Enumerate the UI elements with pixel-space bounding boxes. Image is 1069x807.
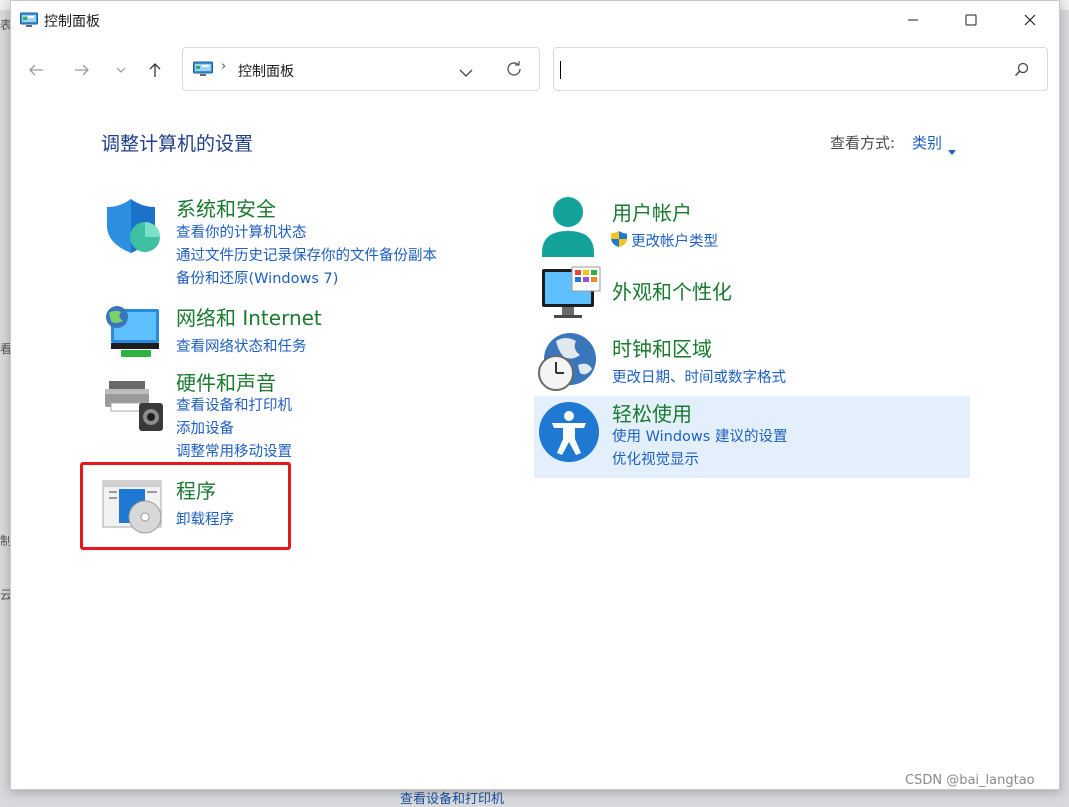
- link-mobility-settings[interactable]: 调整常用移动设置: [176, 440, 292, 461]
- control-panel-icon: [20, 12, 38, 28]
- view-by-dropdown[interactable]: 类别: [912, 132, 942, 153]
- clock-globe-icon[interactable]: [536, 331, 600, 397]
- minimize-icon: [908, 19, 918, 21]
- arrow-left-icon: [29, 64, 43, 76]
- link-optimize-visual-display[interactable]: 优化视觉显示: [612, 448, 699, 469]
- minimize-button[interactable]: [890, 1, 936, 39]
- maximize-icon: [965, 14, 977, 26]
- up-button[interactable]: [141, 57, 169, 83]
- close-icon: [1024, 14, 1036, 26]
- arrow-right-icon: [75, 64, 89, 76]
- category-system-security[interactable]: 系统和安全: [176, 193, 276, 222]
- link-add-device[interactable]: 添加设备: [176, 417, 234, 438]
- shield-icon[interactable]: [105, 197, 163, 259]
- link-file-history-backup[interactable]: 通过文件历史记录保存你的文件备份副本: [176, 244, 437, 265]
- address-bar[interactable]: › 控制面板: [182, 47, 540, 91]
- link-windows-recommended-settings[interactable]: 使用 Windows 建议的设置: [612, 425, 787, 446]
- chevron-down-icon: [116, 67, 126, 73]
- close-button[interactable]: [1007, 1, 1053, 39]
- link-change-account-type[interactable]: 更改帐户类型: [631, 230, 718, 251]
- text-cursor: [560, 61, 561, 79]
- monitor-personalization-icon[interactable]: [540, 265, 602, 325]
- search-icon[interactable]: [1014, 62, 1029, 81]
- category-appearance-personalization[interactable]: 外观和个性化: [612, 276, 732, 305]
- maximize-button[interactable]: [948, 1, 994, 39]
- network-icon[interactable]: [103, 303, 163, 365]
- refresh-button[interactable]: [505, 60, 523, 82]
- link-change-date-time-format[interactable]: 更改日期、时间或数字格式: [612, 366, 786, 387]
- breadcrumb-separator: ›: [221, 59, 227, 74]
- link-devices-printers[interactable]: 查看设备和打印机: [176, 394, 292, 415]
- category-user-accounts[interactable]: 用户帐户: [612, 197, 692, 226]
- category-network-internet[interactable]: 网络和 Internet: [176, 302, 322, 331]
- annotation-highlight-box: [80, 462, 291, 550]
- search-input[interactable]: [562, 58, 986, 82]
- accessibility-icon[interactable]: [538, 401, 600, 467]
- control-panel-window: 控制面板 › 控制面板 调整计算机的设置 查看方式: 类别 系统和安全 查看你的…: [10, 0, 1060, 790]
- printer-icon[interactable]: [103, 377, 165, 437]
- control-panel-icon: [193, 61, 213, 81]
- link-network-status[interactable]: 查看网络状态和任务: [176, 335, 307, 356]
- window-title: 控制面板: [44, 14, 100, 30]
- watermark: CSDN @bai_langtao: [905, 773, 1035, 788]
- caret-down-icon[interactable]: [948, 140, 956, 159]
- user-icon[interactable]: [540, 195, 596, 263]
- link-backup-restore[interactable]: 备份和还原(Windows 7): [176, 267, 338, 288]
- view-by-label: 查看方式:: [830, 134, 896, 152]
- recent-locations-button[interactable]: [107, 57, 135, 83]
- back-button[interactable]: [22, 57, 50, 83]
- link-view-computer-status[interactable]: 查看你的计算机状态: [176, 221, 307, 242]
- breadcrumb-control-panel[interactable]: 控制面板: [238, 61, 294, 81]
- arrow-up-icon: [149, 63, 161, 77]
- title-bar: 控制面板: [11, 1, 1059, 39]
- category-clock-region[interactable]: 时钟和区域: [612, 333, 712, 362]
- chevron-down-icon: [459, 69, 473, 77]
- refresh-icon: [507, 61, 521, 76]
- background-link: 查看设备和打印机: [400, 792, 505, 807]
- search-box[interactable]: [553, 47, 1048, 91]
- address-dropdown-button[interactable]: [459, 62, 473, 81]
- forward-button[interactable]: [68, 57, 96, 83]
- navigation-bar: › 控制面板: [11, 47, 1059, 93]
- category-hardware-sound[interactable]: 硬件和声音: [176, 367, 276, 396]
- page-title: 调整计算机的设置: [101, 133, 254, 155]
- uac-shield-icon: [610, 230, 628, 252]
- category-ease-of-access[interactable]: 轻松使用: [612, 398, 692, 427]
